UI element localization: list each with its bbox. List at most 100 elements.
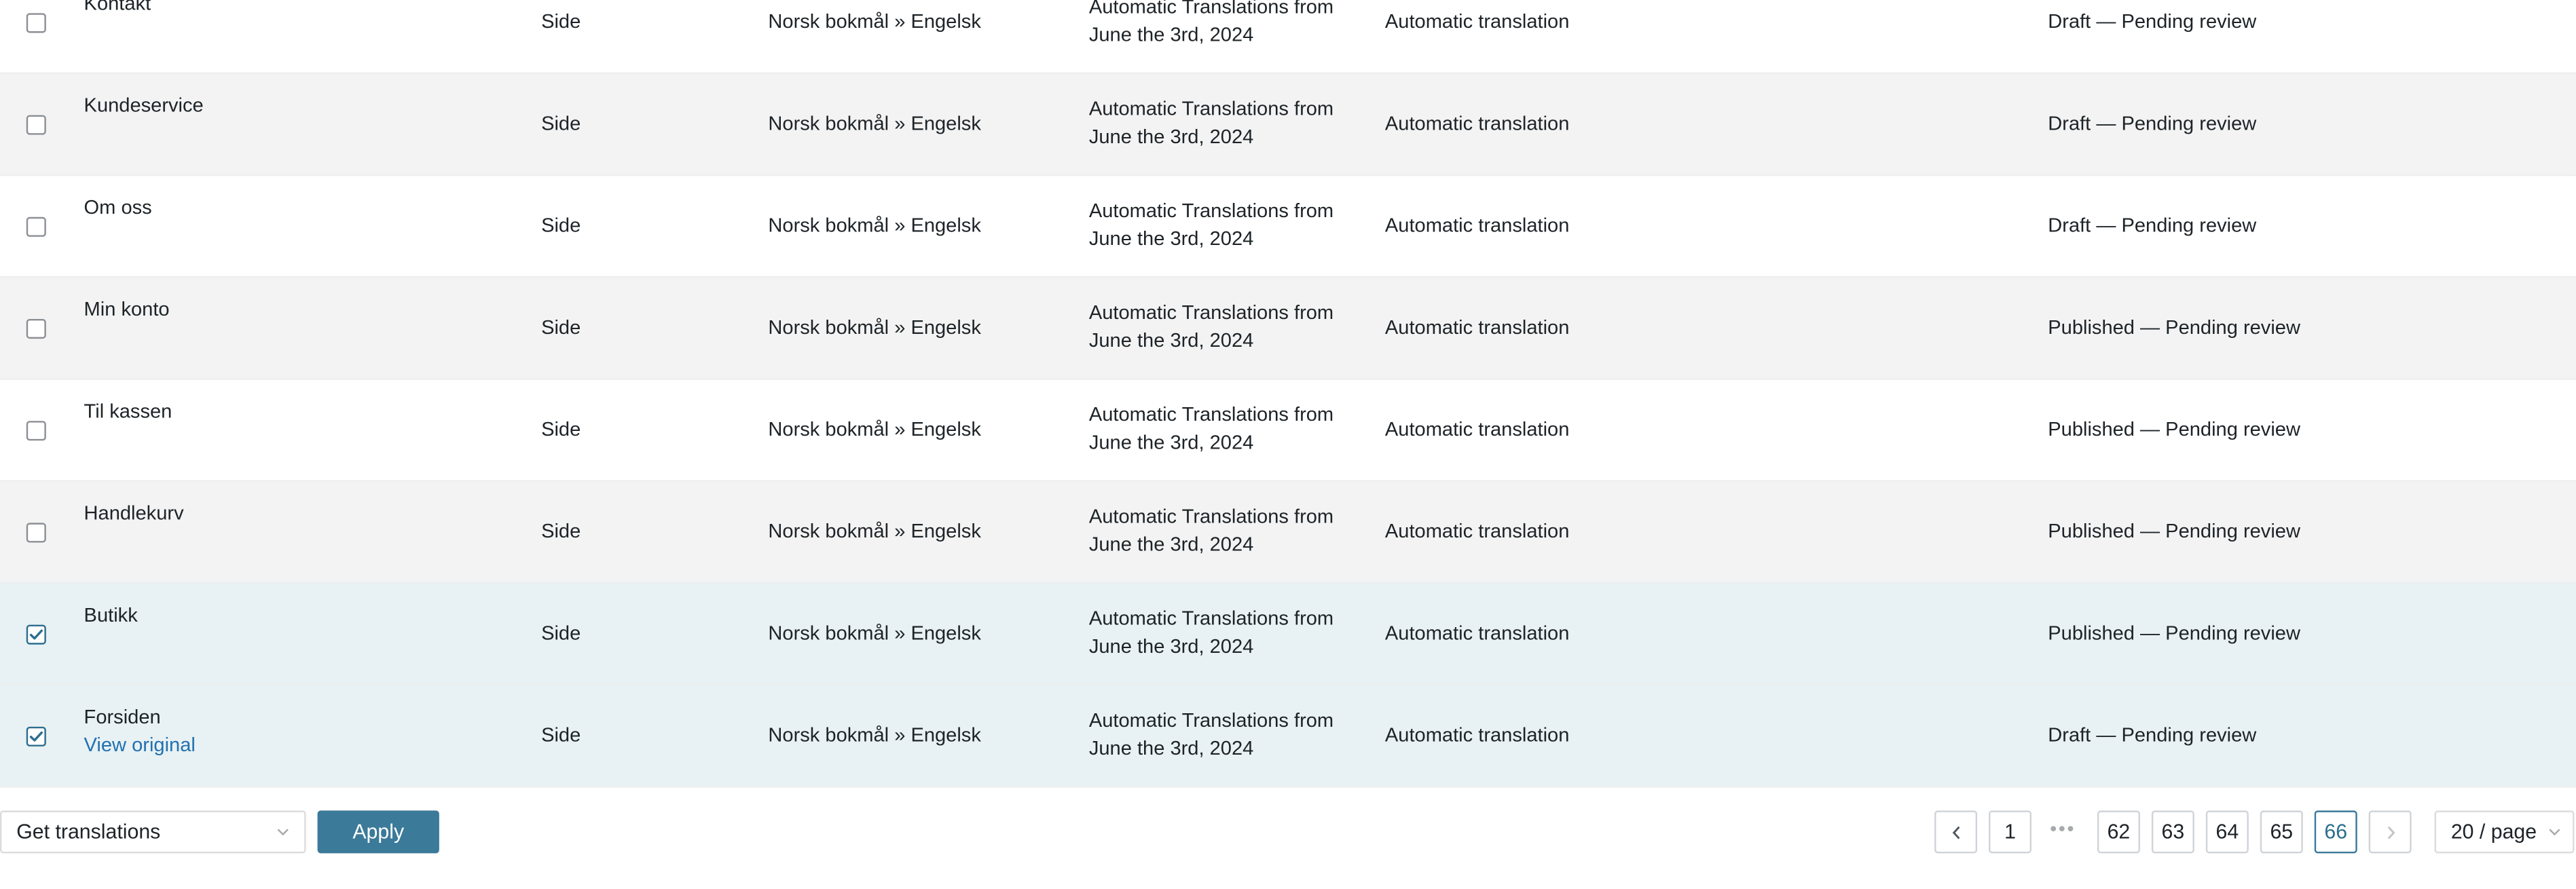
job-cell: Automatic Translations from June the 3rd… [1089,605,1353,661]
status-cell: Published — Pending review [2048,417,2300,441]
type-cell: Side [541,316,581,339]
status-cell: Draft — Pending review [2048,723,2257,746]
language-cell: Norsk bokmål » Engelsk [768,519,981,543]
checkmark-icon [29,629,43,640]
page-62-button[interactable]: 62 [2097,810,2140,854]
type-cell: Side [541,723,581,746]
method-cell: Automatic translation [1384,621,1570,645]
job-line-2: June the 3rd, 2024 [1088,532,1254,556]
page-65-button[interactable]: 65 [2260,810,2303,854]
table-row[interactable]: Handlekurv Side Norsk bokmål » Engelsk A… [0,481,2576,584]
title-cell: Til kassen [84,398,172,425]
pagination-ellipsis[interactable]: ••• [2042,810,2084,853]
method-cell: Automatic translation [1384,213,1570,237]
table-row[interactable]: Kundeservice Side Norsk bokmål » Engelsk… [0,74,2576,176]
job-line-1: Automatic Translations from [1088,301,1334,324]
row-checkbox[interactable] [26,319,46,339]
type-cell: Side [541,621,581,645]
row-checkbox[interactable] [26,216,46,237]
chevron-down-icon [2549,829,2560,836]
method-cell: Automatic translation [1384,316,1570,339]
language-cell: Norsk bokmål » Engelsk [768,213,981,237]
job-line-2: June the 3rd, 2024 [1088,736,1254,760]
job-line-1: Automatic Translations from [1088,606,1334,630]
table-row[interactable]: Til kassen Side Norsk bokmål » Engelsk A… [0,380,2576,482]
title-cell: Om oss [84,194,152,222]
status-cell: Published — Pending review [2048,316,2300,339]
job-line-2: June the 3rd, 2024 [1088,125,1254,149]
job-cell: Automatic Translations from June the 3rd… [1089,0,1353,50]
status-cell: Published — Pending review [2048,621,2300,645]
chevron-left-icon [1952,826,1960,839]
language-cell: Norsk bokmål » Engelsk [768,621,981,645]
checkmark-icon [29,731,43,742]
row-title: Min konto [84,297,170,321]
row-title: Kundeservice [84,94,204,117]
row-checkbox[interactable] [26,13,46,33]
method-cell: Automatic translation [1384,111,1570,135]
job-line-2: June the 3rd, 2024 [1088,227,1254,250]
table-row[interactable]: Om oss Side Norsk bokmål » Engelsk Autom… [0,176,2576,278]
title-cell: Kontakt [84,0,151,18]
title-cell: Handlekurv [84,500,184,528]
type-cell: Side [541,10,581,33]
method-cell: Automatic translation [1384,10,1570,33]
job-line-1: Automatic Translations from [1088,0,1334,18]
row-title: Butikk [84,603,138,627]
status-cell: Draft — Pending review [2048,111,2257,135]
table-row[interactable]: Butikk Side Norsk bokmål » Engelsk Autom… [0,584,2576,686]
title-cell: Forsiden View original [84,704,196,759]
row-title: Handlekurv [84,501,184,525]
job-line-1: Automatic Translations from [1088,96,1334,120]
page: Kontakt Side Norsk bokmål » Engelsk Auto… [0,0,2576,879]
type-cell: Side [541,213,581,237]
row-checkbox[interactable] [26,421,46,441]
prev-page-button[interactable] [1934,810,1978,854]
row-checkbox[interactable] [26,624,46,645]
job-cell: Automatic Translations from June the 3rd… [1089,197,1353,253]
type-cell: Side [541,519,581,543]
language-cell: Norsk bokmål » Engelsk [768,111,981,135]
language-cell: Norsk bokmål » Engelsk [768,316,981,339]
bulk-action-select[interactable]: Get translations [0,810,306,854]
method-cell: Automatic translation [1384,417,1570,441]
page-1-button[interactable]: 1 [1989,810,2032,854]
job-line-1: Automatic Translations from [1088,504,1334,528]
language-cell: Norsk bokmål » Engelsk [768,723,981,746]
row-checkbox[interactable] [26,523,46,543]
bulk-action-value: Get translations [16,820,161,844]
row-checkbox[interactable] [26,726,46,746]
language-cell: Norsk bokmål » Engelsk [768,10,981,33]
row-checkbox[interactable] [26,115,46,135]
row-title: Kontakt [84,0,151,15]
job-cell: Automatic Translations from June the 3rd… [1089,503,1353,559]
method-cell: Automatic translation [1384,519,1570,543]
per-page-select[interactable]: 20 / page [2434,810,2575,854]
job-line-1: Automatic Translations from [1088,199,1334,223]
table-row[interactable]: Kontakt Side Norsk bokmål » Engelsk Auto… [0,0,2576,75]
row-title: Til kassen [84,399,172,423]
table-footer: Get translations Apply 1 ••• 62 63 64 65… [0,810,2576,854]
title-cell: Kundeservice [84,92,204,120]
job-cell: Automatic Translations from June the 3rd… [1089,707,1353,763]
title-cell: Min konto [84,296,170,324]
table-row[interactable]: Forsiden View original Side Norsk bokmål… [0,685,2576,788]
job-line-2: June the 3rd, 2024 [1088,22,1254,46]
page-66-button[interactable]: 66 [2314,810,2357,854]
view-original-link[interactable]: View original [84,732,196,759]
row-title: Om oss [84,195,152,219]
next-page-button[interactable] [2368,810,2412,854]
job-line-2: June the 3rd, 2024 [1088,635,1254,658]
table-row[interactable]: Min konto Side Norsk bokmål » Engelsk Au… [0,278,2576,380]
title-cell: Butikk [84,602,138,630]
page-63-button[interactable]: 63 [2151,810,2194,854]
row-title: Forsiden [84,705,161,729]
apply-button[interactable]: Apply [317,810,439,854]
page-64-button[interactable]: 64 [2205,810,2249,854]
job-cell: Automatic Translations from June the 3rd… [1089,299,1353,355]
status-cell: Draft — Pending review [2048,213,2257,237]
job-line-2: June the 3rd, 2024 [1088,328,1254,352]
type-cell: Side [541,111,581,135]
job-line-1: Automatic Translations from [1088,708,1334,732]
type-cell: Side [541,417,581,441]
